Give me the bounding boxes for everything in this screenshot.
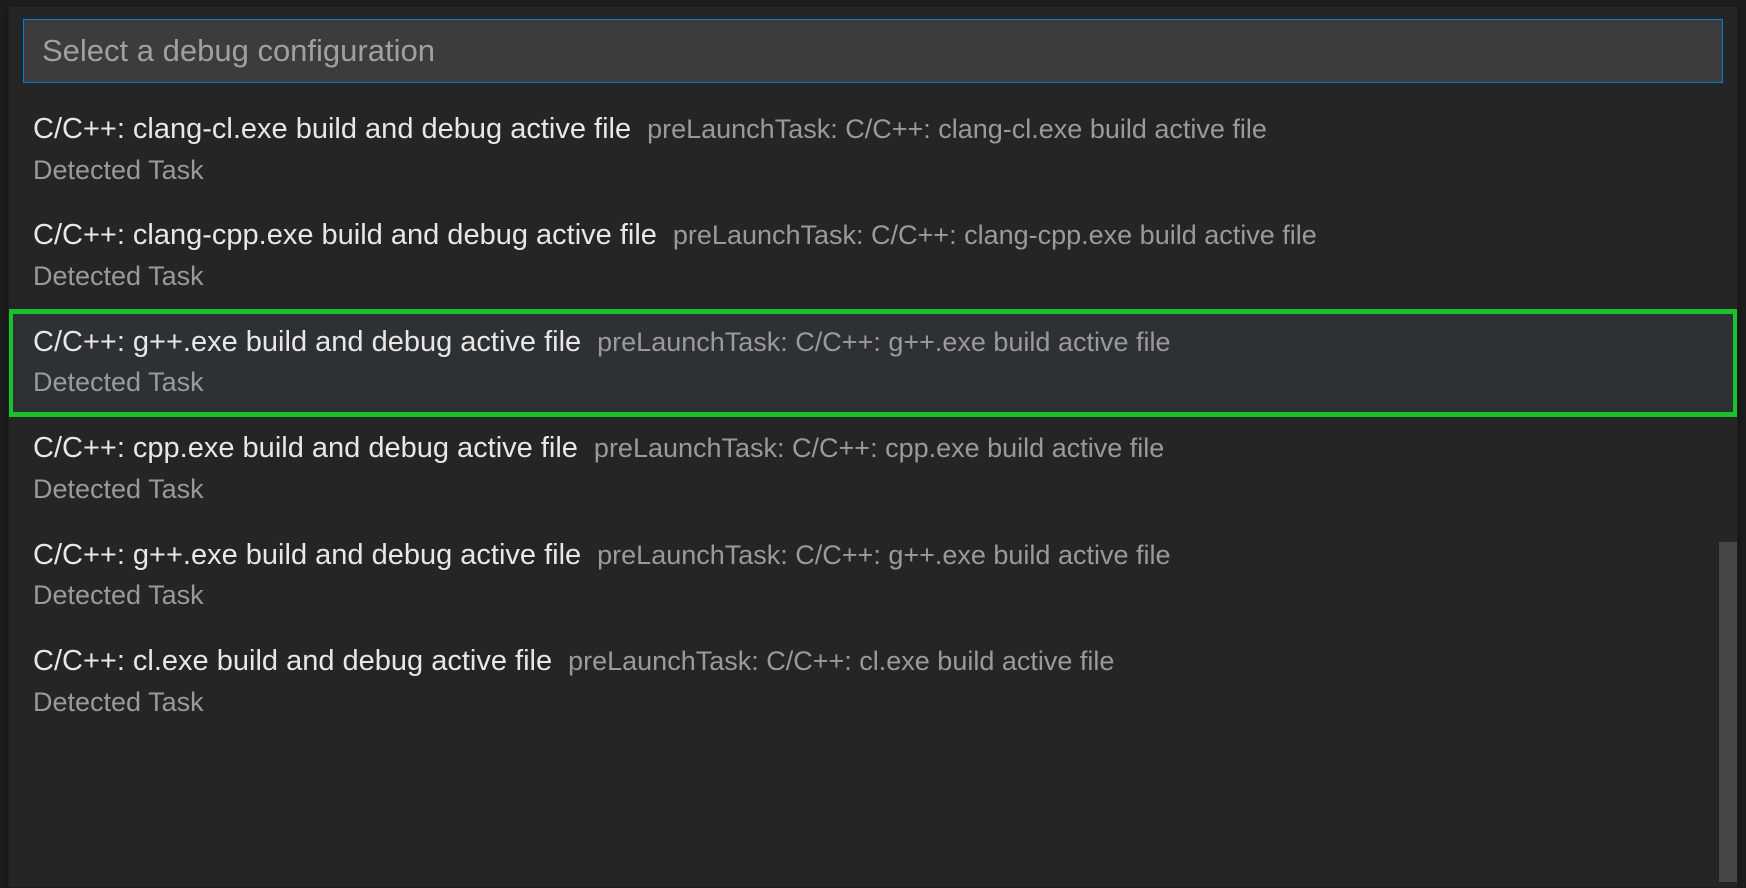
config-item-detail: Detected Task xyxy=(33,258,1713,296)
config-item-detail: Detected Task xyxy=(33,577,1713,615)
config-item-row: C/C++: g++.exe build and debug active fi… xyxy=(33,322,1713,363)
config-item-detail: Detected Task xyxy=(33,364,1713,402)
config-item-detail: Detected Task xyxy=(33,684,1713,722)
config-item-description: preLaunchTask: C/C++: cl.exe build activ… xyxy=(568,643,1114,681)
config-item-row: C/C++: clang-cl.exe build and debug acti… xyxy=(33,109,1713,150)
config-item-clang-cpp[interactable]: C/C++: clang-cpp.exe build and debug act… xyxy=(9,203,1737,309)
scrollbar-thumb[interactable] xyxy=(1719,542,1737,882)
config-item-detail: Detected Task xyxy=(33,152,1713,190)
config-item-row: C/C++: g++.exe build and debug active fi… xyxy=(33,535,1713,576)
config-item-title: C/C++: g++.exe build and debug active fi… xyxy=(33,535,581,576)
config-item-description: preLaunchTask: C/C++: clang-cpp.exe buil… xyxy=(673,217,1317,255)
debug-config-quickpick: C/C++: clang-cl.exe build and debug acti… xyxy=(8,6,1738,888)
config-item-clang-cl[interactable]: C/C++: clang-cl.exe build and debug acti… xyxy=(9,97,1737,203)
config-item-title: C/C++: clang-cpp.exe build and debug act… xyxy=(33,215,657,256)
config-item-row: C/C++: clang-cpp.exe build and debug act… xyxy=(33,215,1713,256)
config-item-gpp[interactable]: C/C++: g++.exe build and debug active fi… xyxy=(9,523,1737,629)
config-list: C/C++: clang-cl.exe build and debug acti… xyxy=(9,97,1737,887)
config-item-description: preLaunchTask: C/C++: clang-cl.exe build… xyxy=(647,111,1267,149)
scrollbar[interactable] xyxy=(1719,542,1737,882)
search-input[interactable] xyxy=(23,19,1723,83)
config-item-cpp[interactable]: C/C++: cpp.exe build and debug active fi… xyxy=(9,416,1737,522)
config-item-description: preLaunchTask: C/C++: g++.exe build acti… xyxy=(597,324,1170,362)
config-item-title: C/C++: cl.exe build and debug active fil… xyxy=(33,641,552,682)
config-item-gpp-highlighted[interactable]: C/C++: g++.exe build and debug active fi… xyxy=(9,310,1737,416)
config-item-row: C/C++: cpp.exe build and debug active fi… xyxy=(33,428,1713,469)
config-item-detail: Detected Task xyxy=(33,471,1713,509)
search-wrapper xyxy=(9,7,1737,97)
config-item-description: preLaunchTask: C/C++: cpp.exe build acti… xyxy=(594,430,1164,468)
config-item-title: C/C++: clang-cl.exe build and debug acti… xyxy=(33,109,631,150)
config-item-title: C/C++: cpp.exe build and debug active fi… xyxy=(33,428,578,469)
config-item-description: preLaunchTask: C/C++: g++.exe build acti… xyxy=(597,537,1170,575)
config-item-row: C/C++: cl.exe build and debug active fil… xyxy=(33,641,1713,682)
config-item-cl[interactable]: C/C++: cl.exe build and debug active fil… xyxy=(9,629,1737,735)
config-item-title: C/C++: g++.exe build and debug active fi… xyxy=(33,322,581,363)
